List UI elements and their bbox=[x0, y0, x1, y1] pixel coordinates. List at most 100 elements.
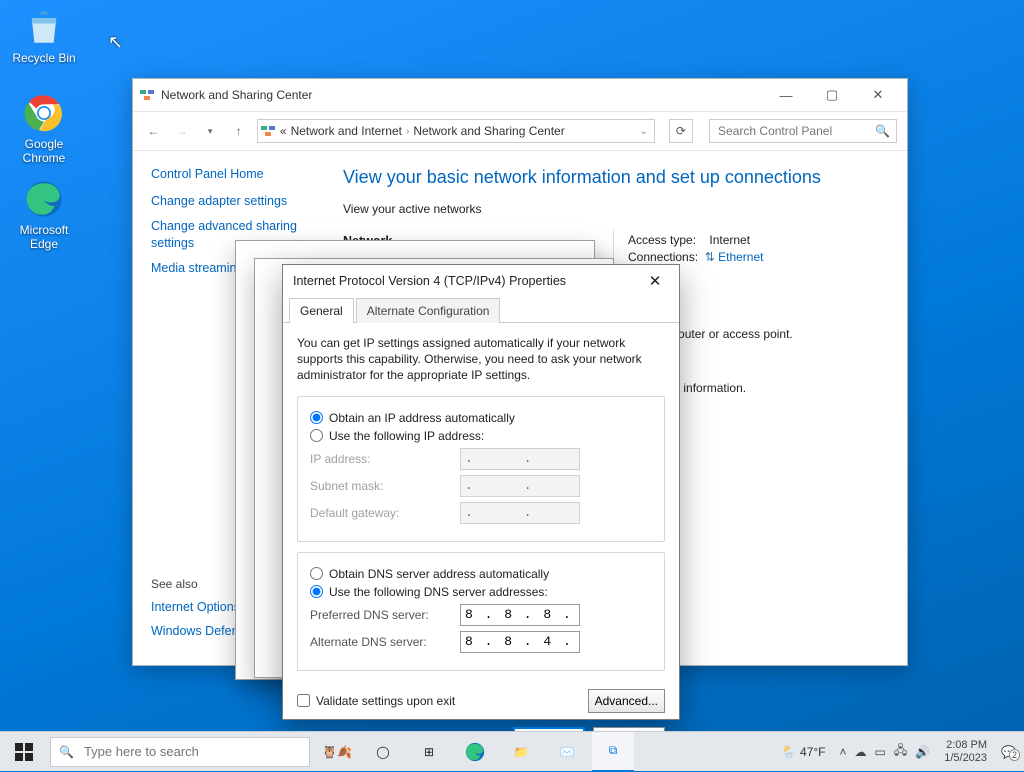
desktop: Recycle Bin Google Chrome Microsoft Edge… bbox=[0, 0, 1024, 731]
taskbar-news-button[interactable]: 🦉🍂 bbox=[316, 732, 358, 772]
ip-address-input bbox=[460, 448, 580, 470]
access-type-label: Access type: bbox=[628, 233, 696, 247]
radio-dns-auto-label[interactable]: Obtain DNS server address automatically bbox=[329, 567, 549, 581]
chevron-right-icon: › bbox=[406, 126, 409, 137]
breadcrumb-back[interactable]: « bbox=[280, 124, 287, 138]
dialog-titlebar[interactable]: Internet Protocol Version 4 (TCP/IPv4) P… bbox=[283, 265, 679, 297]
radio-ip-manual-label[interactable]: Use the following IP address: bbox=[329, 429, 484, 443]
start-button[interactable] bbox=[0, 732, 48, 772]
mail-icon: ✉️ bbox=[560, 745, 575, 759]
nav-back-button[interactable]: ← bbox=[143, 119, 163, 143]
search-icon[interactable]: 🔍 bbox=[875, 124, 890, 138]
desktop-icon-edge[interactable]: Microsoft Edge bbox=[6, 178, 82, 251]
taskbar-app-mail[interactable]: ✉️ bbox=[546, 732, 588, 772]
ipv4-properties-dialog: Internet Protocol Version 4 (TCP/IPv4) P… bbox=[282, 264, 680, 720]
window-close-button[interactable]: ✕ bbox=[855, 80, 901, 110]
tab-alternate-configuration[interactable]: Alternate Configuration bbox=[356, 298, 501, 323]
access-type-value: Internet bbox=[709, 233, 750, 247]
desktop-icon-label: Recycle Bin bbox=[12, 51, 75, 65]
taskbar-taskview-button[interactable]: ⊞ bbox=[408, 732, 450, 772]
ethernet-icon: ⇅ bbox=[705, 250, 715, 264]
action-center-button[interactable]: 💬2 bbox=[1001, 745, 1016, 759]
search-icon: 🔍 bbox=[59, 745, 74, 759]
system-tray: ˄ ☁ ▭ 🖧 🔊 2:08 PM 1/5/2023 💬2 bbox=[832, 739, 1024, 763]
breadcrumb-item[interactable]: Network and Sharing Center bbox=[413, 124, 564, 138]
taskbar-app-control-panel[interactable]: ⧉ bbox=[592, 732, 634, 772]
connections-label: Connections: bbox=[628, 250, 698, 264]
advanced-button[interactable]: Advanced... bbox=[588, 689, 665, 713]
nav-forward-button[interactable]: → bbox=[171, 119, 191, 143]
edge-icon bbox=[23, 178, 65, 220]
notification-count: 2 bbox=[1009, 749, 1020, 761]
folder-icon: 📁 bbox=[514, 745, 529, 759]
breadcrumb-item[interactable]: Network and Internet bbox=[291, 124, 402, 138]
subnet-mask-label: Subnet mask: bbox=[310, 479, 460, 493]
radio-dns-auto[interactable] bbox=[310, 567, 323, 580]
radio-ip-auto[interactable] bbox=[310, 411, 323, 424]
sidebar-link-adapter[interactable]: Change adapter settings bbox=[151, 193, 325, 210]
taskbar-app-explorer[interactable]: 📁 bbox=[500, 732, 542, 772]
nav-up-button[interactable]: ↑ bbox=[228, 119, 248, 143]
desktop-icon-recycle-bin[interactable]: Recycle Bin bbox=[6, 6, 82, 65]
onedrive-icon[interactable]: ☁ bbox=[855, 745, 867, 759]
battery-icon[interactable]: ▭ bbox=[875, 745, 886, 759]
radio-ip-manual[interactable] bbox=[310, 429, 323, 442]
window-maximize-button[interactable]: ▢ bbox=[809, 80, 855, 110]
taskbar-clock[interactable]: 2:08 PM 1/5/2023 bbox=[938, 739, 993, 763]
radio-ip-auto-label[interactable]: Obtain an IP address automatically bbox=[329, 411, 515, 425]
tray-overflow-button[interactable]: ˄ bbox=[840, 745, 847, 759]
default-gateway-input bbox=[460, 502, 580, 524]
search-field[interactable]: 🔍 bbox=[709, 119, 897, 143]
alternate-dns-label: Alternate DNS server: bbox=[310, 635, 460, 649]
window-minimize-button[interactable]: — bbox=[763, 80, 809, 110]
desktop-icon-chrome[interactable]: Google Chrome bbox=[6, 92, 82, 165]
page-heading: View your basic network information and … bbox=[343, 167, 887, 188]
desktop-icon-label: Google Chrome bbox=[23, 137, 66, 165]
recycle-bin-icon bbox=[23, 6, 65, 48]
control-panel-icon: ⧉ bbox=[609, 743, 618, 758]
default-gateway-label: Default gateway: bbox=[310, 506, 460, 520]
taskbar-search-input[interactable] bbox=[82, 743, 301, 760]
taskbar-weather[interactable]: 🌦️ 47°F bbox=[775, 745, 831, 759]
weather-temp: 47°F bbox=[800, 745, 825, 759]
breadcrumb[interactable]: « Network and Internet › Network and Sha… bbox=[257, 119, 655, 143]
validate-on-exit-label[interactable]: Validate settings upon exit bbox=[316, 694, 455, 708]
control-panel-home-link[interactable]: Control Panel Home bbox=[151, 167, 325, 181]
taskbar-cortana-button[interactable]: ◯ bbox=[362, 732, 404, 772]
cursor-icon: ↖ bbox=[108, 32, 123, 53]
search-input[interactable] bbox=[716, 123, 875, 139]
taskbar-app-edge[interactable] bbox=[454, 732, 496, 772]
taskview-icon: ⊞ bbox=[424, 745, 434, 759]
windows-logo-icon bbox=[15, 743, 33, 761]
weather-icon: 🌦️ bbox=[781, 745, 796, 759]
network-icon[interactable]: 🖧 bbox=[894, 741, 907, 762]
dialog-tabs: General Alternate Configuration bbox=[283, 297, 679, 323]
chevron-down-icon[interactable]: ⌄ bbox=[639, 126, 647, 137]
taskbar-search[interactable]: 🔍 bbox=[50, 737, 310, 767]
dialog-close-button[interactable]: ✕ bbox=[641, 267, 669, 295]
connection-link[interactable]: Ethernet bbox=[718, 250, 763, 264]
preferred-dns-input[interactable] bbox=[460, 604, 580, 626]
preferred-dns-label: Preferred DNS server: bbox=[310, 608, 460, 622]
subnet-mask-input bbox=[460, 475, 580, 497]
volume-icon[interactable]: 🔊 bbox=[915, 745, 930, 759]
nav-recent-dropdown[interactable]: ▾ bbox=[200, 119, 220, 143]
cortana-icon: ◯ bbox=[376, 745, 389, 759]
validate-on-exit-checkbox[interactable] bbox=[297, 694, 310, 707]
radio-dns-manual[interactable] bbox=[310, 585, 323, 598]
clock-time: 2:08 PM bbox=[944, 739, 987, 751]
taskbar: 🔍 🦉🍂 ◯ ⊞ 📁 ✉️ ⧉ 🌦️ 47°F ˄ ☁ ▭ 🖧 🔊 2:08 P… bbox=[0, 731, 1024, 771]
ip-address-group: Obtain an IP address automatically Use t… bbox=[297, 396, 665, 542]
window-toolbar: ← → ▾ ↑ « Network and Internet › Network… bbox=[133, 111, 907, 151]
dialog-description: You can get IP settings assigned automat… bbox=[297, 335, 665, 384]
tab-general[interactable]: General bbox=[289, 298, 354, 323]
window-titlebar[interactable]: Network and Sharing Center — ▢ ✕ bbox=[133, 79, 907, 111]
alternate-dns-input[interactable] bbox=[460, 631, 580, 653]
edge-icon bbox=[464, 741, 486, 763]
clock-date: 1/5/2023 bbox=[944, 752, 987, 764]
page-subheading: View your active networks bbox=[343, 202, 887, 216]
refresh-button[interactable]: ⟳ bbox=[669, 119, 693, 143]
radio-dns-manual-label[interactable]: Use the following DNS server addresses: bbox=[329, 585, 548, 599]
network-center-icon bbox=[139, 87, 155, 103]
chrome-icon bbox=[23, 92, 65, 134]
